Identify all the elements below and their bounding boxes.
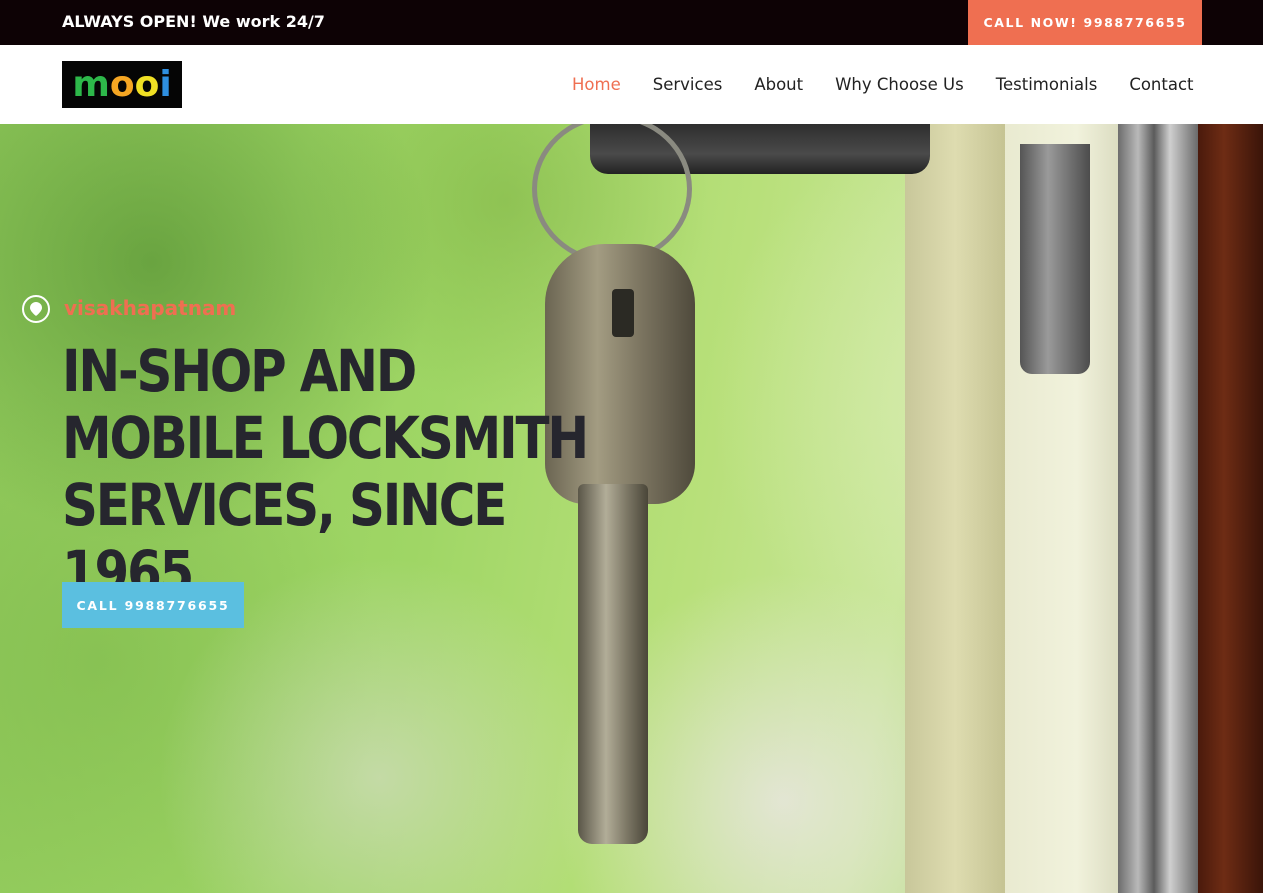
key-hole <box>612 289 634 337</box>
door-frame <box>905 124 1005 893</box>
door-hook <box>1020 144 1090 374</box>
door-edge <box>1198 124 1263 893</box>
location-label: visakhapatnam <box>64 296 237 320</box>
logo[interactable]: mooi <box>62 61 182 108</box>
hours-notice: ALWAYS OPEN! We work 24/7 <box>62 12 325 31</box>
nav-home[interactable]: Home <box>556 75 637 94</box>
main-nav: Home Services About Why Choose Us Testim… <box>556 45 1210 124</box>
top-bar: ALWAYS OPEN! We work 24/7 CALL NOW! 9988… <box>0 0 1263 45</box>
nav-contact[interactable]: Contact <box>1113 75 1209 94</box>
nav-why-choose-us[interactable]: Why Choose Us <box>819 75 980 94</box>
nav-services[interactable]: Services <box>637 75 739 94</box>
call-now-button[interactable]: CALL NOW! 9988776655 <box>968 0 1202 45</box>
door-rail <box>1118 124 1198 893</box>
map-pin-icon <box>22 295 50 323</box>
call-button[interactable]: CALL 9988776655 <box>62 582 244 628</box>
nav-about[interactable]: About <box>738 75 819 94</box>
hero-section: visakhapatnam IN-SHOP AND MOBILE LOCKSMI… <box>0 124 1263 893</box>
hero-headline: IN-SHOP AND MOBILE LOCKSMITH SERVICES, S… <box>62 337 589 606</box>
logo-text: mooi <box>72 63 172 105</box>
site-header: mooi Home Services About Why Choose Us T… <box>0 45 1263 124</box>
nav-testimonials[interactable]: Testimonials <box>980 75 1114 94</box>
